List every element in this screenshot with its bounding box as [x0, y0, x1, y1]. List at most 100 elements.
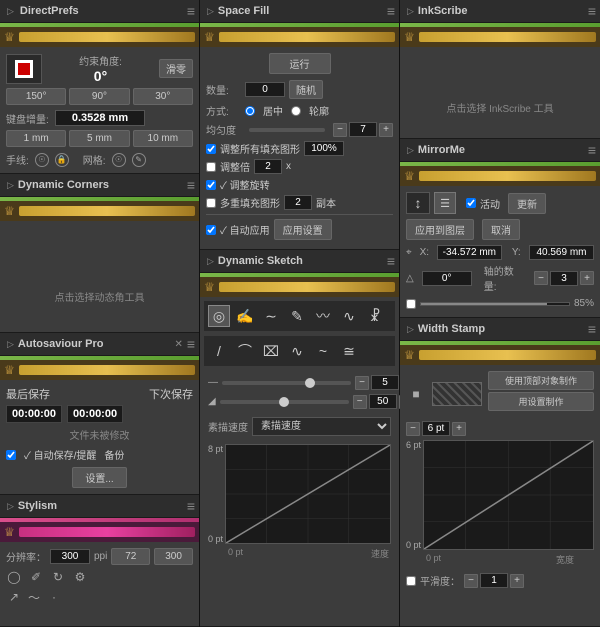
- smooth-minus[interactable]: −: [464, 574, 478, 588]
- eye-icon[interactable]: ☉: [35, 153, 49, 167]
- ws-pt-minus[interactable]: −: [406, 422, 420, 436]
- sketch-tool-wave[interactable]: 〰: [312, 305, 334, 327]
- sketch-slider2[interactable]: [220, 400, 349, 404]
- sketch-tool-pen[interactable]: ✍: [234, 305, 256, 327]
- method-wheel-radio[interactable]: [291, 106, 301, 116]
- mm-menu-icon[interactable]: ≡: [588, 142, 595, 158]
- uniform-minus-btn[interactable]: −: [333, 123, 347, 137]
- brush-icon[interactable]: ✐: [28, 569, 44, 585]
- random-button[interactable]: 随机: [289, 80, 323, 99]
- dc-menu-icon[interactable]: ≡: [187, 177, 194, 193]
- auto-save-checkbox[interactable]: [6, 450, 16, 460]
- method-center-radio[interactable]: [245, 106, 255, 116]
- multi-shape-value[interactable]: [284, 195, 312, 210]
- ds-collapse-arrow[interactable]: ▷: [207, 256, 214, 267]
- dc-collapse-arrow[interactable]: ▷: [7, 180, 14, 191]
- key-crowd-input[interactable]: 0.3528 mm: [55, 110, 145, 126]
- sketch-tool-spiral[interactable]: ☧: [364, 305, 386, 327]
- panel-menu-icon[interactable]: ≡: [187, 3, 194, 19]
- axis-plus-btn[interactable]: +: [580, 271, 594, 285]
- uniform-plus-btn[interactable]: +: [379, 123, 393, 137]
- sketch-tool-target[interactable]: ◎: [208, 305, 230, 327]
- angle-90-button[interactable]: 90°: [69, 88, 129, 105]
- size-5mm-button[interactable]: 5 mm: [69, 130, 129, 147]
- sketch-slider1[interactable]: [222, 381, 351, 385]
- grid-eye-icon[interactable]: ☉: [112, 153, 126, 167]
- slider1-value[interactable]: [371, 375, 399, 390]
- slider2-value[interactable]: [369, 394, 397, 409]
- mirror-h-icon[interactable]: ↕: [406, 192, 430, 214]
- adjust-multi-value[interactable]: [254, 159, 282, 174]
- sketch-tool-curve2[interactable]: ⌒: [234, 340, 256, 362]
- sketch-tool-swirl[interactable]: ∿: [286, 340, 308, 362]
- gear-icon[interactable]: ⚙: [72, 569, 88, 585]
- apply-settings-button[interactable]: 应用设置: [274, 219, 332, 240]
- mirror-update-button[interactable]: 更新: [508, 193, 546, 214]
- is-collapse-arrow[interactable]: ▷: [407, 6, 414, 17]
- grid-brush-icon[interactable]: ✎: [132, 153, 146, 167]
- ws-btn2[interactable]: 用设置制作: [488, 392, 594, 411]
- sketch-tool-curve[interactable]: ∼: [260, 305, 282, 327]
- arrow-icon[interactable]: ↗: [6, 589, 22, 605]
- sketch-tool-pencil[interactable]: ✎: [286, 305, 308, 327]
- mirror-y-input[interactable]: [529, 245, 594, 260]
- angle-30-button[interactable]: 30°: [133, 88, 193, 105]
- ws-collapse-arrow[interactable]: ▷: [407, 324, 414, 335]
- is-menu-icon[interactable]: ≡: [588, 3, 595, 19]
- ws-stamp-icon[interactable]: ■: [406, 384, 426, 404]
- lock-icon[interactable]: 🔒: [55, 153, 69, 167]
- ws-pt-plus[interactable]: +: [452, 422, 466, 436]
- ds-menu-icon[interactable]: ≡: [387, 253, 394, 269]
- mirror-angle-input[interactable]: [422, 271, 472, 286]
- mirror-layers-icon[interactable]: ☰: [434, 192, 456, 214]
- sketch-tool-arc[interactable]: ⌧: [260, 340, 282, 362]
- uniform-value[interactable]: [349, 122, 377, 137]
- mirror-cancel-button[interactable]: 取消: [482, 219, 520, 240]
- smooth-checkbox[interactable]: [406, 576, 416, 586]
- size-10mm-button[interactable]: 10 mm: [133, 130, 193, 147]
- slider2-minus[interactable]: −: [353, 395, 367, 409]
- sketch-tool-wave2[interactable]: ≅: [338, 340, 360, 362]
- as-menu-icon[interactable]: ≡: [187, 336, 194, 352]
- mirror-active-checkbox[interactable]: [466, 198, 476, 208]
- size-1mm-button[interactable]: 1 mm: [6, 130, 66, 147]
- ws-pt-value[interactable]: [422, 421, 450, 436]
- wave-icon[interactable]: 〜: [26, 589, 42, 605]
- count-input[interactable]: [245, 82, 285, 97]
- 72-button[interactable]: 72: [111, 548, 150, 565]
- angle-150-button[interactable]: 150°: [6, 88, 66, 105]
- reset-button[interactable]: 滑零: [159, 59, 193, 78]
- ws-btn1[interactable]: 使用顶部对象制作: [488, 371, 594, 390]
- adjust-all-percent[interactable]: [304, 141, 344, 156]
- sketch-tool-line[interactable]: /: [208, 340, 230, 362]
- dots-icon[interactable]: ·: [46, 589, 62, 605]
- mirror-apply-button[interactable]: 应用到图层: [406, 219, 474, 240]
- sf-menu-icon[interactable]: ≡: [387, 3, 394, 19]
- resolution-input[interactable]: [50, 549, 90, 564]
- mirror-x-input[interactable]: [437, 245, 502, 260]
- rotate-icon[interactable]: ↻: [50, 569, 66, 585]
- smooth-value[interactable]: [480, 573, 508, 588]
- mirror-progress-checkbox[interactable]: [406, 299, 416, 309]
- smooth-plus[interactable]: +: [510, 574, 524, 588]
- st-menu-icon[interactable]: ≡: [187, 498, 194, 514]
- axis-minus-btn[interactable]: −: [534, 271, 548, 285]
- 300b-button[interactable]: 300: [154, 548, 193, 565]
- adjust-rotate-checkbox[interactable]: [206, 180, 216, 190]
- sf-collapse-arrow[interactable]: ▷: [207, 6, 214, 17]
- collapse-arrow[interactable]: ▷: [7, 6, 14, 17]
- ws-menu-icon[interactable]: ≡: [588, 321, 595, 337]
- speed-select[interactable]: 素描速度: [252, 417, 391, 436]
- mm-collapse-arrow[interactable]: ▷: [407, 145, 414, 156]
- as-close-icon[interactable]: ✕: [174, 339, 182, 350]
- run-button[interactable]: 运行: [269, 53, 331, 74]
- slider1-minus[interactable]: −: [355, 376, 369, 390]
- adjust-all-checkbox[interactable]: [206, 144, 216, 154]
- st-collapse-arrow[interactable]: ▷: [7, 501, 14, 512]
- settings-button[interactable]: 设置...: [72, 467, 126, 488]
- axis-count-input[interactable]: [550, 271, 578, 286]
- sketch-tool-random[interactable]: ~: [312, 340, 334, 362]
- multi-shape-checkbox[interactable]: [206, 198, 216, 208]
- circle-icon[interactable]: ◯: [6, 569, 22, 585]
- as-collapse-arrow[interactable]: ▷: [7, 339, 14, 350]
